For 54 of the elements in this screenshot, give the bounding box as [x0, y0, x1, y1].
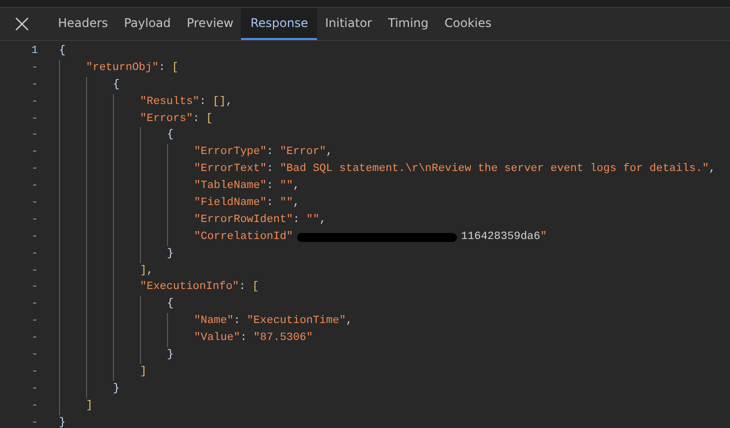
line-number: - [31, 332, 38, 344]
code-line: ] [140, 364, 147, 380]
line-number: - [31, 197, 38, 210]
code-line: "ExecutionInfo": [ [140, 280, 259, 296]
code-line: { [167, 297, 174, 312]
line-number: - [31, 214, 38, 226]
code-line: { [167, 128, 174, 144]
code-line: "ErrorRowIdent": "", [194, 212, 326, 228]
tab[interactable]: Response [241, 8, 318, 40]
code-line: "Value": "87.5306" [194, 331, 313, 346]
line-number: - [31, 96, 38, 108]
code-line: "returnObj": [ [86, 60, 178, 76]
line-number: - [31, 400, 38, 412]
code-line: "Results": [], [140, 94, 232, 110]
code-line: ] [86, 398, 93, 414]
line-number: - [31, 146, 38, 158]
line-number: - [31, 416, 38, 428]
line-number: - [31, 298, 38, 310]
code-line: "FieldName": "", [194, 196, 300, 212]
code-line: { [59, 44, 66, 59]
code-line: } [167, 246, 174, 262]
line-number: - [31, 129, 38, 142]
tab[interactable]: Cookies [436, 8, 500, 40]
code-line: } [167, 348, 174, 364]
code-text: 116428359da6" [461, 230, 547, 245]
line-number: - [31, 281, 38, 294]
tab[interactable]: Timing [380, 8, 437, 40]
line-number: - [31, 230, 38, 243]
code-line: ], [140, 264, 154, 279]
line-number: - [31, 366, 38, 378]
line-number: - [31, 264, 38, 277]
code-line: "TableName": "", [194, 179, 300, 194]
line-number: - [31, 349, 38, 362]
code-line: "Name": "ExecutionTime", [194, 314, 352, 330]
tab[interactable]: Payload [116, 8, 179, 40]
code-line: "ErrorText": "Bad SQL statement.\r\nReview the server event logs for details.", [194, 162, 716, 178]
line-number: - [31, 180, 38, 192]
line-number: - [31, 315, 38, 328]
code-line: { [113, 78, 120, 93]
code-line: "ErrorType": "Error", [194, 145, 333, 160]
line-number: - [31, 248, 38, 260]
line-number: - [31, 163, 38, 176]
code-line: } [113, 382, 120, 397]
tab[interactable]: Initiator [317, 8, 380, 40]
tab[interactable]: Headers [50, 8, 116, 40]
line-number: - [31, 112, 38, 125]
tab[interactable]: Preview [178, 8, 242, 40]
code-line: "CorrelationId" [194, 230, 294, 245]
line-number: - [31, 62, 38, 74]
line-number: 1 [31, 45, 38, 57]
code-line: "Errors": [ [140, 112, 213, 127]
line-number: - [31, 78, 38, 91]
line-number: - [31, 382, 38, 395]
code-line: } [59, 416, 66, 428]
